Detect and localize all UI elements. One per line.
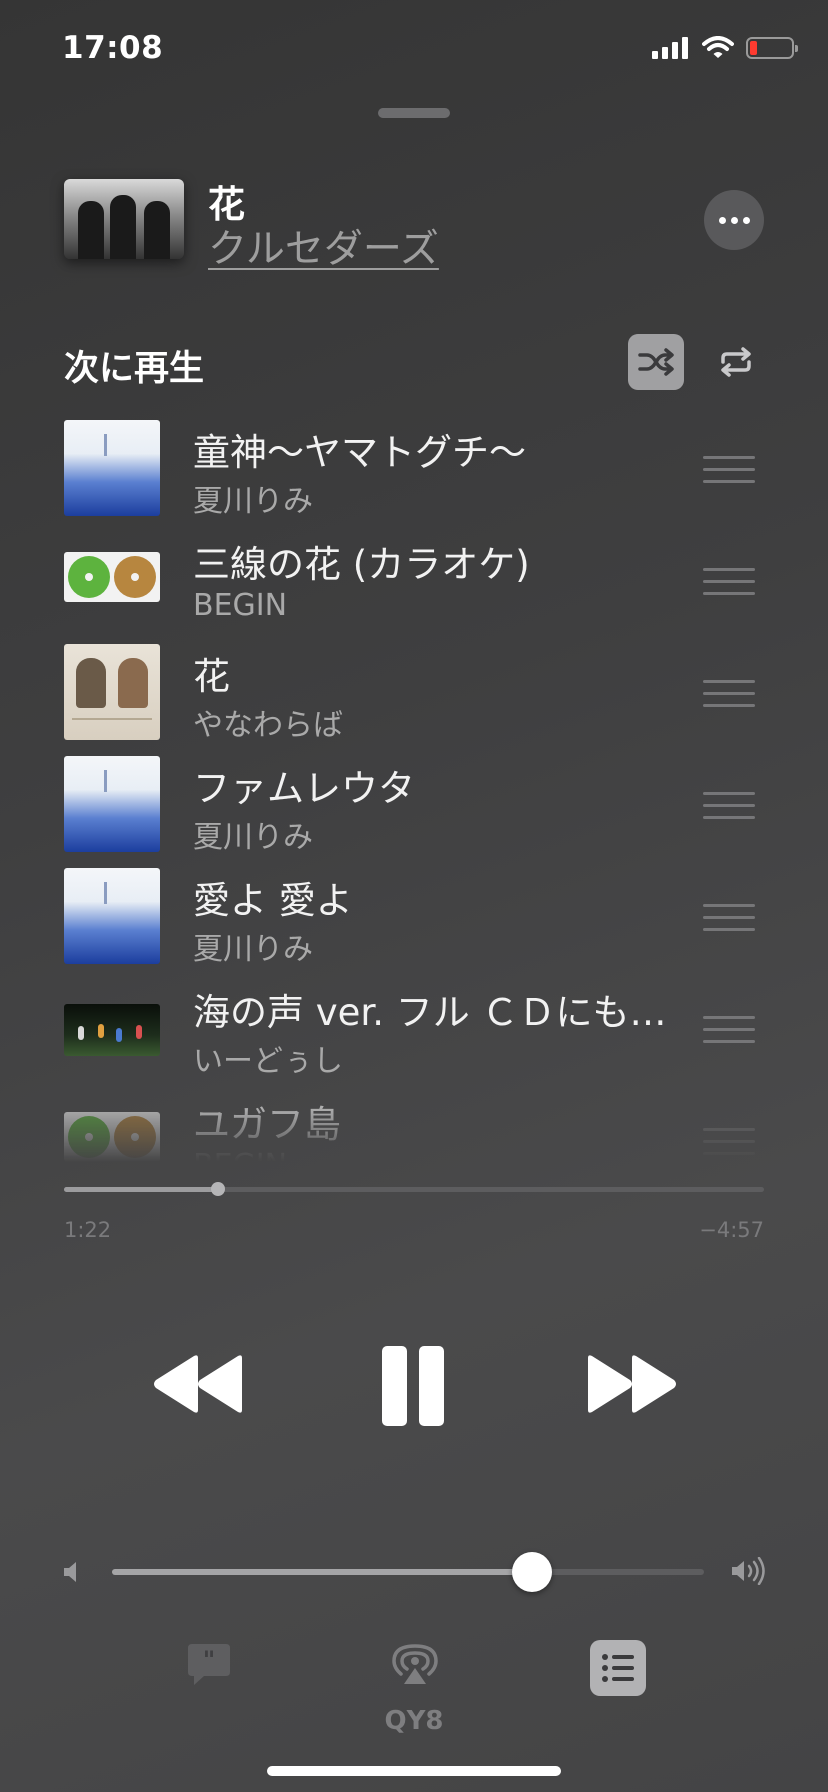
home-indicator[interactable] [267, 1766, 561, 1776]
track-artwork [64, 1112, 160, 1162]
battery-icon [746, 37, 798, 59]
elapsed-time: 1:22 [64, 1218, 112, 1242]
track-artwork [64, 552, 160, 602]
rewind-icon [154, 1355, 242, 1413]
list-icon [602, 1654, 634, 1682]
reorder-handle-icon[interactable] [703, 680, 755, 708]
track-artwork [64, 756, 160, 852]
track-artist: いーどぅし [193, 1044, 343, 1079]
battery-level-fill [750, 41, 757, 55]
cellular-signal-icon [652, 37, 688, 59]
volume-thumb[interactable] [512, 1552, 553, 1592]
pause-button[interactable] [380, 1346, 446, 1426]
airplay-device-name[interactable]: QY8 [0, 1706, 828, 1736]
shuffle-icon [638, 348, 674, 376]
track-artist: やなわらば [193, 708, 343, 743]
fast-forward-icon [588, 1355, 676, 1413]
track-artwork [64, 1004, 160, 1056]
reorder-handle-icon[interactable] [703, 904, 755, 932]
track-artwork [64, 420, 160, 516]
queue-row[interactable]: 海の声 ver. フル ＣＤにも… いーどぅし [0, 974, 828, 1086]
next-track-button[interactable] [580, 1352, 680, 1416]
wifi-icon [702, 36, 734, 58]
sheet-grabber[interactable] [378, 108, 450, 118]
svg-text:": " [203, 1646, 216, 1674]
volume-high-icon [732, 1557, 765, 1585]
track-artist: 夏川りみ [193, 484, 313, 519]
shuffle-button[interactable] [628, 334, 684, 390]
more-options-button[interactable] [704, 190, 764, 250]
track-artist: 夏川りみ [193, 932, 313, 967]
progress-fill [64, 1187, 218, 1192]
reorder-handle-icon[interactable] [703, 1016, 755, 1044]
queue-row[interactable]: 三線の花 (カラオケ) BEGIN [0, 526, 828, 638]
playback-progress-bar[interactable] [64, 1182, 764, 1196]
track-title: ファムレウタ [193, 767, 415, 810]
volume-slider[interactable] [112, 1552, 704, 1592]
track-title: 三線の花 (カラオケ) [193, 543, 530, 586]
track-title: 花 [193, 655, 230, 698]
lyrics-quote-icon[interactable]: " [184, 1640, 234, 1690]
track-title: 愛よ 愛よ [193, 879, 353, 922]
track-title: ユガフ島 [193, 1103, 341, 1146]
track-title: 海の声 ver. フル ＣＤにも… [193, 991, 667, 1034]
queue-row[interactable]: ユガフ島 BEGIN [0, 1086, 828, 1162]
queue-row[interactable]: 花 やなわらば [0, 638, 828, 750]
now-playing-artwork[interactable] [64, 179, 184, 259]
reorder-handle-icon[interactable] [703, 456, 755, 484]
reorder-handle-icon[interactable] [703, 792, 755, 820]
queue-list-button[interactable] [590, 1640, 646, 1696]
reorder-handle-icon[interactable] [703, 1128, 755, 1156]
volume-fill [112, 1569, 533, 1575]
status-time: 17:08 [62, 30, 164, 66]
reorder-handle-icon[interactable] [703, 568, 755, 596]
track-artist: BEGIN [193, 1148, 287, 1162]
previous-track-button[interactable] [150, 1352, 250, 1416]
track-artist: 夏川りみ [193, 820, 313, 855]
track-artwork [64, 644, 160, 740]
now-playing-artist-link[interactable]: クルセダーズ [208, 218, 439, 274]
volume-low-icon [64, 1562, 76, 1582]
queue-row[interactable]: 童神〜ヤマトグチ〜 夏川りみ [0, 414, 828, 526]
remaining-time: −4:57 [699, 1218, 764, 1242]
repeat-icon [721, 347, 751, 377]
queue-row[interactable]: 愛よ 愛よ 夏川りみ [0, 862, 828, 974]
ellipsis-icon [718, 216, 726, 224]
pause-icon [382, 1346, 407, 1426]
queue-row[interactable]: ファムレウタ 夏川りみ [0, 750, 828, 862]
repeat-button[interactable] [708, 334, 764, 390]
progress-scrubber[interactable] [211, 1182, 225, 1196]
airplay-icon[interactable] [392, 1642, 438, 1688]
track-artist: BEGIN [193, 588, 288, 623]
track-artwork [64, 868, 160, 964]
now-playing-screen: 17:08 花 クルセダーズ 次に再生 童神〜ヤマトグチ〜 夏川りみ 三線の花 … [0, 0, 828, 1792]
up-next-list[interactable]: 童神〜ヤマトグチ〜 夏川りみ 三線の花 (カラオケ) BEGIN 花 やなわらば [0, 414, 828, 1162]
track-title: 童神〜ヤマトグチ〜 [193, 431, 526, 474]
status-icons [652, 36, 798, 60]
up-next-heading: 次に再生 [64, 349, 205, 389]
